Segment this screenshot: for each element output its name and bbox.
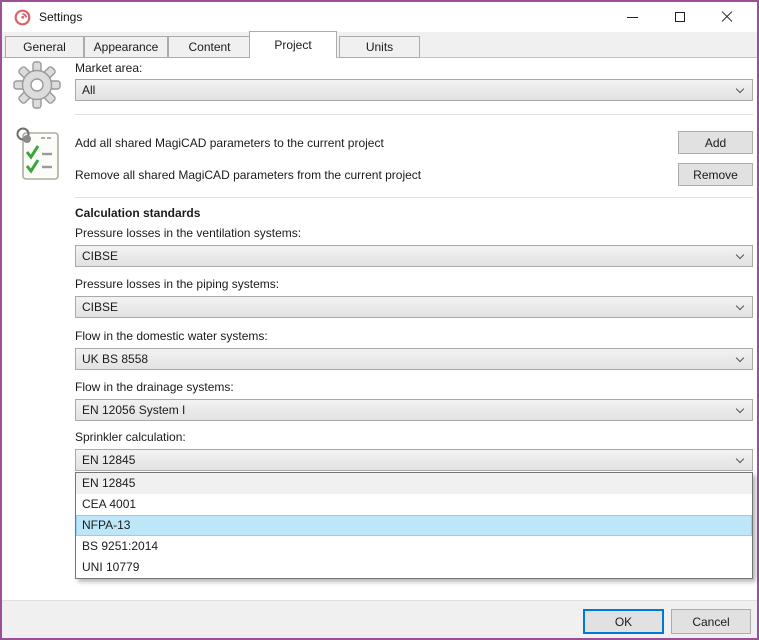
drainage-flow-select[interactable]: EN 12056 System I: [75, 399, 753, 421]
piping-pressure-loss-select[interactable]: CIBSE: [75, 296, 753, 318]
cancel-button-label: Cancel: [692, 615, 729, 629]
sprinkler-dropdown-list: EN 12845 CEA 4001 NFPA-13 BS 9251:2014 U…: [75, 472, 753, 579]
close-icon: [721, 11, 733, 23]
piping-pressure-loss-value: CIBSE: [82, 300, 118, 314]
drainage-flow-label: Flow in the drainage systems:: [75, 380, 234, 394]
tab-content[interactable]: Content: [168, 36, 251, 58]
add-button[interactable]: Add: [678, 131, 753, 154]
maximize-icon: [675, 12, 685, 22]
chevron-down-icon: [736, 405, 744, 413]
close-button[interactable]: [704, 2, 749, 32]
tab-label: Content: [188, 40, 230, 54]
remove-button-label: Remove: [693, 168, 738, 182]
dropdown-option-bs-9251-2014[interactable]: BS 9251:2014: [76, 536, 752, 557]
tab-units[interactable]: Units: [339, 36, 420, 58]
ventilation-pressure-loss-select[interactable]: CIBSE: [75, 245, 753, 267]
tab-label: Units: [366, 40, 393, 54]
maximize-button[interactable]: [657, 2, 702, 32]
add-shared-parameters-label: Add all shared MagiCAD parameters to the…: [75, 136, 384, 150]
market-area-value: All: [82, 83, 95, 97]
market-area-select[interactable]: All: [75, 79, 753, 101]
piping-pressure-loss-label: Pressure losses in the piping systems:: [75, 277, 279, 291]
chevron-down-icon: [736, 85, 744, 93]
dropdown-option-uni-10779[interactable]: UNI 10779: [76, 557, 752, 578]
remove-shared-parameters-label: Remove all shared MagiCAD parameters fro…: [75, 168, 421, 182]
sprinkler-calculation-label: Sprinkler calculation:: [75, 430, 186, 444]
add-button-label: Add: [705, 136, 726, 150]
dropdown-option-nfpa-13[interactable]: NFPA-13: [76, 515, 752, 536]
dropdown-option-en-12845[interactable]: EN 12845: [76, 473, 752, 494]
dropdown-option-cea-4001[interactable]: CEA 4001: [76, 494, 752, 515]
tab-appearance[interactable]: Appearance: [84, 36, 168, 58]
tab-project[interactable]: Project: [249, 31, 337, 58]
chevron-down-icon: [736, 251, 744, 259]
minimize-button[interactable]: [610, 2, 655, 32]
remove-button[interactable]: Remove: [678, 163, 753, 186]
tab-label: Project: [274, 38, 311, 52]
sprinkler-calculation-select[interactable]: EN 12845: [75, 449, 753, 471]
domestic-water-flow-label: Flow in the domestic water systems:: [75, 329, 268, 343]
chevron-down-icon: [736, 354, 744, 362]
drainage-flow-value: EN 12056 System I: [82, 403, 185, 417]
window-title: Settings: [39, 10, 82, 24]
chevron-down-icon: [736, 455, 744, 463]
tab-label: General: [23, 40, 66, 54]
ok-button[interactable]: OK: [583, 609, 664, 634]
chevron-down-icon: [736, 302, 744, 310]
separator: [75, 197, 753, 198]
title-bar[interactable]: Settings: [2, 2, 757, 32]
domestic-water-flow-select[interactable]: UK BS 8558: [75, 348, 753, 370]
domestic-water-flow-value: UK BS 8558: [82, 352, 148, 366]
cancel-button[interactable]: Cancel: [671, 609, 751, 634]
settings-dialog: Settings General Appearance Content Proj…: [0, 0, 759, 640]
ventilation-pressure-loss-label: Pressure losses in the ventilation syste…: [75, 226, 301, 240]
minimize-icon: [627, 17, 638, 18]
calculation-standards-heading: Calculation standards: [75, 206, 200, 220]
sprinkler-calculation-value: EN 12845: [82, 453, 135, 467]
shared-parameters-checklist-icon: [14, 126, 62, 186]
separator: [75, 114, 753, 115]
market-area-label: Market area:: [75, 61, 142, 75]
ventilation-pressure-loss-value: CIBSE: [82, 249, 118, 263]
gear-icon: [12, 60, 62, 110]
tab-general[interactable]: General: [5, 36, 84, 58]
ok-button-label: OK: [615, 615, 632, 629]
magicad-logo-icon: [14, 9, 31, 26]
tab-label: Appearance: [94, 40, 159, 54]
